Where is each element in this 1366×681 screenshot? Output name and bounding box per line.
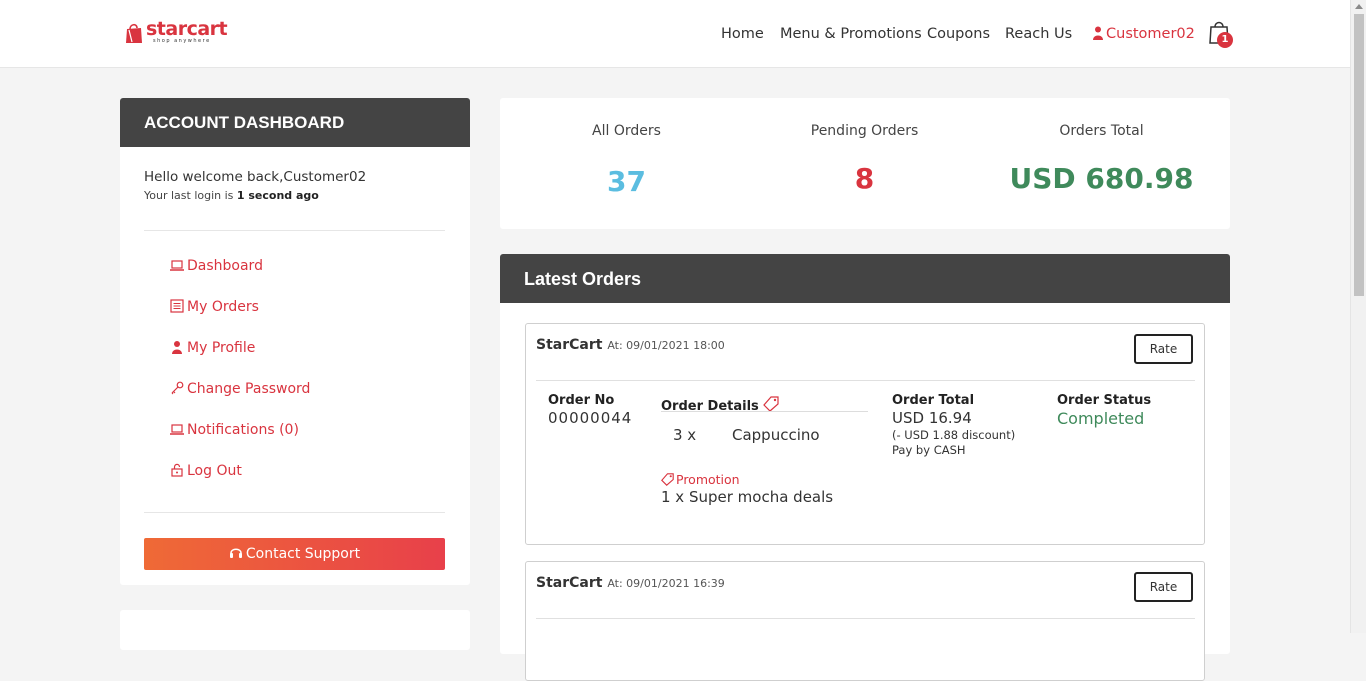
order-card: StarCart At: 09/01/2021 16:39 Rate <box>525 561 1205 681</box>
promotion-item: 1 x Super mocha deals <box>661 488 834 506</box>
rate-button[interactable]: Rate <box>1134 572 1193 602</box>
logo-wordmark: starcart <box>146 18 228 40</box>
sidebar-item-change-password[interactable]: Change Password <box>170 381 310 397</box>
divider <box>144 512 445 513</box>
order-status-value: Completed <box>1057 409 1145 428</box>
order-total-value: USD 16.94 <box>892 409 972 427</box>
order-item-qty: 3 x <box>673 426 697 444</box>
stat-label: Pending Orders <box>810 123 919 139</box>
cart-button[interactable]: 1 <box>1208 19 1236 49</box>
nav-home[interactable]: Home <box>721 26 764 42</box>
list-icon <box>170 299 184 313</box>
order-shop-name: StarCart <box>536 575 603 591</box>
order-stats-card: All Orders 37 Pending Orders 8 Orders To… <box>500 98 1230 229</box>
latest-orders-title: Latest Orders <box>524 269 642 289</box>
starcart-logo[interactable]: starcart shop anywhere <box>124 18 228 48</box>
tag-icon <box>763 396 779 412</box>
scrollbar-thumb[interactable] <box>1354 14 1364 296</box>
last-login: Your last login is 1 second ago <box>144 189 319 202</box>
stat-label: Orders Total <box>1059 123 1144 139</box>
sidebar-item-label: Notifications (0) <box>187 422 299 438</box>
nav-user-account[interactable]: Customer02 <box>1093 26 1195 42</box>
laptop-icon <box>170 424 184 435</box>
sidebar-item-log-out[interactable]: Log Out <box>170 463 242 479</box>
top-header: starcart shop anywhere Home Menu & Promo… <box>0 0 1350 68</box>
latest-orders-header: Latest Orders <box>500 254 1230 303</box>
order-item-name: Cappuccino <box>732 426 820 444</box>
account-sidebar: ACCOUNT DASHBOARD Hello welcome back,Cus… <box>120 98 470 585</box>
sidebar-item-my-orders[interactable]: My Orders <box>170 299 259 315</box>
latest-orders-card: Latest Orders StarCart At: 09/01/2021 18… <box>500 254 1230 681</box>
order-payment-method: Pay by CASH <box>892 443 966 457</box>
order-shop: StarCart At: 09/01/2021 18:00 <box>536 337 725 353</box>
stat-label: All Orders <box>592 123 661 139</box>
contact-support-label: Contact Support <box>245 546 361 562</box>
key-icon <box>171 381 184 395</box>
stat-value: 8 <box>854 162 875 195</box>
welcome-message: Hello welcome back,Customer02 <box>144 169 367 185</box>
contact-support-button[interactable]: Contact Support <box>144 538 445 570</box>
sidebar-title: ACCOUNT DASHBOARD <box>144 113 345 132</box>
divider <box>144 230 445 231</box>
order-date: At: 09/01/2021 16:39 <box>607 577 725 590</box>
nav-menu-promotions[interactable]: Menu & Promotions <box>780 26 922 42</box>
scroll-up-arrow-icon[interactable] <box>1355 4 1363 9</box>
stat-value: 37 <box>607 165 646 198</box>
divider <box>536 618 1195 619</box>
user-icon <box>172 341 182 354</box>
divider <box>661 411 868 412</box>
divider <box>536 380 1195 381</box>
order-discount: (- USD 1.88 discount) <box>892 428 1016 442</box>
sidebar-item-label: My Profile <box>187 340 256 356</box>
logo-tagline: shop anywhere <box>153 38 211 44</box>
cart-count-badge: 1 <box>1217 32 1233 48</box>
sidebar-secondary-card <box>120 610 470 650</box>
order-total-label: Order Total <box>892 393 975 408</box>
user-icon <box>1093 26 1103 40</box>
sidebar-item-label: My Orders <box>187 299 259 315</box>
nav-coupons[interactable]: Coupons <box>927 26 990 42</box>
sidebar-item-notifications[interactable]: Notifications (0) <box>170 422 299 438</box>
order-no-value: 00000044 <box>548 409 633 427</box>
order-shop-name: StarCart <box>536 337 603 353</box>
last-login-value: 1 second ago <box>236 189 319 202</box>
headset-icon <box>229 548 242 558</box>
sidebar-item-label: Change Password <box>187 381 311 397</box>
laptop-icon <box>170 260 184 271</box>
order-card: StarCart At: 09/01/2021 18:00 Rate Order… <box>525 323 1205 545</box>
order-date: At: 09/01/2021 18:00 <box>607 339 725 352</box>
promotion-label-text: Promotion <box>676 472 740 487</box>
lock-icon <box>171 463 183 477</box>
tag-icon <box>661 473 674 486</box>
sidebar-header: ACCOUNT DASHBOARD <box>120 98 470 147</box>
shopping-bag-icon <box>126 23 142 43</box>
promotion-label: Promotion <box>661 472 740 487</box>
stat-value: USD 680.98 <box>1009 162 1194 195</box>
order-shop: StarCart At: 09/01/2021 16:39 <box>536 575 725 591</box>
nav-reach-us[interactable]: Reach Us <box>1005 26 1072 42</box>
sidebar-item-label: Dashboard <box>187 258 263 274</box>
last-login-prefix: Your last login is <box>144 189 234 202</box>
sidebar-item-dashboard[interactable]: Dashboard <box>170 258 263 274</box>
sidebar-item-my-profile[interactable]: My Profile <box>170 340 255 356</box>
nav-user-name: Customer02 <box>1106 26 1195 42</box>
order-status-label: Order Status <box>1057 393 1152 408</box>
rate-button[interactable]: Rate <box>1134 334 1193 364</box>
page-scrollbar[interactable] <box>1350 0 1366 633</box>
sidebar-item-label: Log Out <box>187 463 242 479</box>
order-no-label: Order No <box>548 393 615 408</box>
